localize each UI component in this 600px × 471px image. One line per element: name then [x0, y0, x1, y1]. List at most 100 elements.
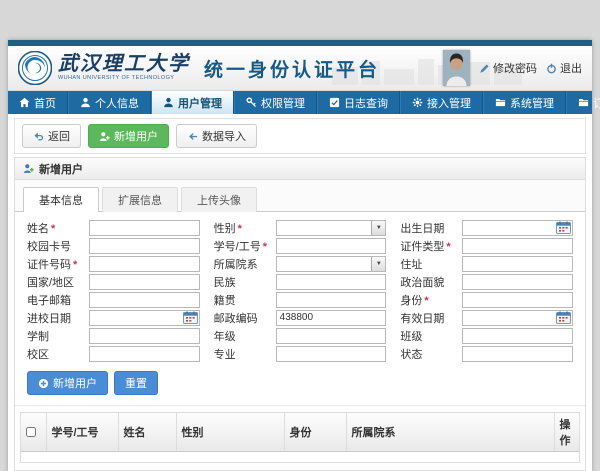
header: 武汉理工大学 WUHAN UNIVERSITY OF TECHNOLOGY 统一…	[8, 46, 592, 91]
required-marker: *	[51, 223, 55, 235]
form-field: 学号/工号*	[214, 238, 387, 253]
text-input[interactable]	[276, 238, 387, 254]
required-marker: *	[446, 241, 450, 253]
nav-item[interactable]: 日志查询	[317, 91, 400, 114]
text-input[interactable]	[276, 328, 387, 344]
log-icon	[329, 97, 340, 108]
import-arrow-icon	[187, 131, 198, 142]
text-input[interactable]	[89, 256, 200, 272]
text-input[interactable]	[276, 346, 387, 362]
select-all-checkbox[interactable]	[26, 427, 36, 437]
required-marker: *	[73, 259, 77, 271]
text-input[interactable]	[276, 274, 387, 290]
university-logo	[18, 51, 52, 85]
form-field: 校园卡号	[27, 238, 200, 253]
text-input[interactable]	[462, 328, 573, 344]
university-name-block: 武汉理工大学 WUHAN UNIVERSITY OF TECHNOLOGY	[58, 54, 190, 82]
field-label: 住址	[400, 256, 462, 272]
text-input[interactable]	[276, 292, 387, 308]
tab[interactable]: 基本信息	[23, 187, 99, 212]
date-input[interactable]	[462, 220, 573, 236]
field-label: 所属院系	[214, 256, 276, 272]
form-field: 国家/地区	[27, 274, 200, 289]
text-input[interactable]	[89, 346, 200, 362]
field-label: 邮政编码	[214, 310, 276, 326]
date-input[interactable]	[462, 310, 573, 326]
text-input[interactable]: 438800	[276, 310, 387, 326]
add-user-icon	[99, 131, 110, 142]
text-input[interactable]	[89, 220, 200, 236]
submit-add-user-button[interactable]: 新增用户	[27, 371, 108, 395]
form-field: 身份*	[400, 292, 573, 307]
form-field: 班级	[400, 328, 573, 343]
form-field: 电子邮箱	[27, 292, 200, 307]
text-input[interactable]	[89, 328, 200, 344]
reset-button[interactable]: 重置	[114, 371, 158, 395]
form-field: 政治面貌	[400, 274, 573, 289]
select-input[interactable]: ▼	[276, 256, 387, 272]
nav-item-label: 个人信息	[95, 95, 139, 111]
nav-item[interactable]: 个人信息	[68, 91, 151, 114]
nav-item[interactable]: 系统管理	[483, 91, 566, 114]
nav-item-label: 用户管理	[178, 95, 222, 111]
table-column-header: 姓名	[118, 413, 176, 452]
field-label: 专业	[214, 346, 276, 362]
nav-item[interactable]: 权限管理	[234, 91, 317, 114]
nav-item-label: 日志查询	[344, 95, 388, 111]
user-table: 学号/工号姓名性别身份所属院系操作	[20, 412, 580, 463]
form-field: 出生日期	[400, 220, 573, 235]
nav-item[interactable]: 用户管理	[151, 91, 234, 114]
form-field: 姓名*	[27, 220, 200, 235]
change-password-link[interactable]: 修改密码	[479, 60, 537, 76]
dropdown-arrow-icon[interactable]: ▼	[371, 221, 385, 235]
nav-item[interactable]: 首页	[8, 91, 68, 114]
form-field: 民族	[214, 274, 387, 289]
nav-item[interactable]: 接入管理	[400, 91, 483, 114]
field-label: 籍贯	[214, 292, 276, 308]
field-label: 政治面貌	[400, 274, 462, 290]
select-input[interactable]: ▼	[276, 220, 387, 236]
table-column-header: 性别	[176, 413, 284, 452]
home-icon	[19, 97, 30, 108]
data-import-button[interactable]: 数据导入	[176, 124, 257, 148]
date-input[interactable]	[89, 310, 200, 326]
back-arrow-icon	[33, 131, 44, 142]
add-user-label: 新增用户	[114, 128, 158, 144]
calendar-icon[interactable]	[556, 311, 571, 324]
text-input[interactable]	[462, 274, 573, 290]
field-label: 国家/地区	[27, 274, 89, 290]
form-field: 邮政编码 438800	[214, 310, 387, 325]
text-input[interactable]	[462, 292, 573, 308]
dropdown-arrow-icon[interactable]: ▼	[371, 257, 385, 271]
calendar-icon[interactable]	[183, 311, 198, 324]
text-input[interactable]	[89, 238, 200, 254]
text-input[interactable]	[462, 238, 573, 254]
field-label: 电子邮箱	[27, 292, 89, 308]
data-import-label: 数据导入	[202, 128, 246, 144]
platform-title: 统一身份认证平台	[204, 55, 380, 82]
text-input[interactable]	[89, 292, 200, 308]
calendar-icon[interactable]	[556, 221, 571, 234]
nav-item[interactable]: 订阅管理	[566, 91, 600, 114]
tab[interactable]: 上传头像	[181, 187, 257, 212]
form-field: 进校日期	[27, 310, 200, 325]
form-actions: 新增用户 重置	[15, 365, 585, 406]
main-nav: 首页 个人信息 用户管理 权限管理 日志查询 接入管理 系统管理 订阅管理	[8, 91, 592, 114]
text-input[interactable]	[462, 346, 573, 362]
form-field: 住址	[400, 256, 573, 271]
text-input[interactable]	[89, 274, 200, 290]
user-form: 姓名* 性别* ▼ 出生日期 校园卡号 学号/工号* 证件类型* 证件号码* 所…	[15, 212, 585, 365]
required-marker: *	[238, 223, 242, 235]
text-input[interactable]	[462, 256, 573, 272]
field-label: 进校日期	[27, 310, 89, 326]
add-user-button[interactable]: 新增用户	[88, 124, 169, 148]
back-button[interactable]: 返回	[22, 124, 81, 148]
university-name-en: WUHAN UNIVERSITY OF TECHNOLOGY	[58, 76, 190, 82]
form-tabs: 基本信息 扩展信息 上传头像	[15, 180, 585, 212]
logout-link[interactable]: 退出	[546, 60, 582, 76]
tab[interactable]: 扩展信息	[102, 187, 178, 212]
table-column-header: 操作	[554, 413, 579, 452]
required-marker: *	[424, 295, 428, 307]
form-field: 校区	[27, 346, 200, 361]
avatar	[443, 50, 470, 86]
